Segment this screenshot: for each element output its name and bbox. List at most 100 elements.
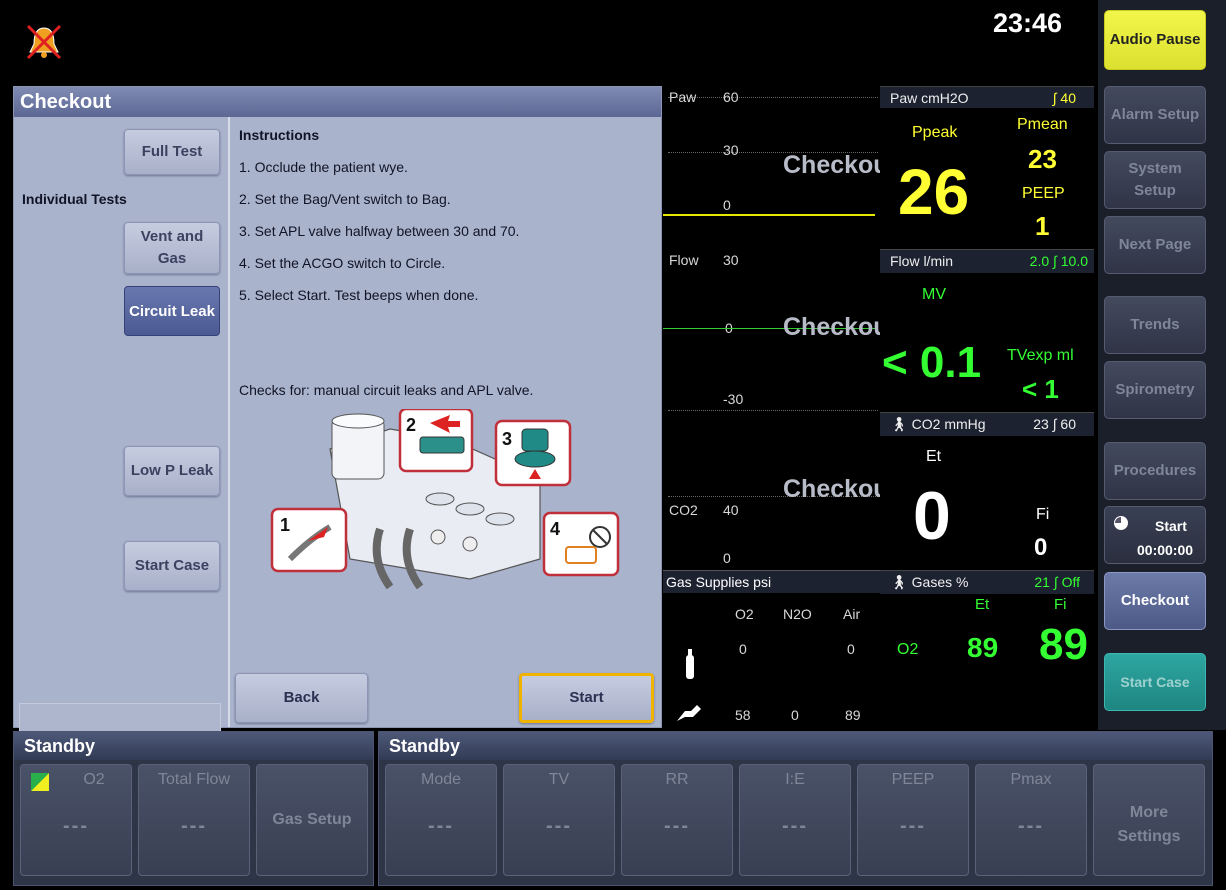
gases-et-label: Et: [975, 596, 990, 613]
instruction-step: 1. Occlude the patient wye.: [239, 159, 408, 175]
co2-header-label: CO2 mmHg: [911, 416, 986, 432]
gases-fi-label: Fi: [1054, 596, 1067, 613]
start-test-button[interactable]: Start: [519, 673, 654, 723]
paw-scale-mid: 30: [723, 142, 739, 158]
more-settings-tile[interactable]: More Settings: [1093, 764, 1205, 876]
spirometry-button[interactable]: Spirometry: [1104, 361, 1206, 419]
diagram-number-2: 2: [406, 415, 416, 435]
peep-value: 1: [1035, 211, 1050, 241]
alarm-setup-button[interactable]: Alarm Setup: [1104, 86, 1206, 144]
grid-line: [668, 97, 878, 98]
diagram-number-1: 1: [280, 515, 290, 535]
gas-col-air: Air: [843, 606, 861, 622]
ventilator-standby-title: Standby: [379, 732, 1212, 760]
co2-header[interactable]: 🚶︎ CO2 mmHg 23 ∫ 60: [880, 412, 1094, 436]
co2-et-label: Et: [926, 448, 942, 465]
person-icon: 🚶︎: [890, 416, 908, 432]
procedures-button[interactable]: Procedures: [1104, 442, 1206, 500]
pmax-label: Pmax: [1010, 771, 1052, 788]
audio-pause-button[interactable]: Audio Pause: [1104, 10, 1206, 70]
tv-label: TV: [548, 771, 570, 788]
checkout-button[interactable]: Checkout: [1104, 572, 1206, 630]
vent-and-gas-button[interactable]: Vent and Gas: [124, 222, 220, 274]
paw-header-label: Paw cmH2O: [890, 90, 969, 106]
tv-tile[interactable]: TV ---: [503, 764, 615, 876]
pipeline-air: 89: [845, 707, 861, 723]
instructions-area: Instructions 1. Occlude the patient wye.…: [230, 117, 661, 727]
ie-tile[interactable]: I:E ---: [739, 764, 851, 876]
timer-value: 00:00:00: [1137, 542, 1194, 558]
flow-header-label: Flow l/min: [890, 253, 954, 269]
case-timer-button[interactable]: Start 00:00:00: [1104, 506, 1206, 564]
mode-value: ---: [428, 815, 454, 837]
peep-tile[interactable]: PEEP ---: [857, 764, 969, 876]
start-case-checkout-button[interactable]: Start Case: [124, 541, 220, 591]
breathing-circuit-diagram: 1 2 3 4: [270, 407, 630, 590]
gas-supplies-panel: Gas Supplies psi O2 N2O Air 0 0 58 0 89: [663, 570, 880, 730]
low-p-leak-button[interactable]: Low P Leak: [124, 446, 220, 496]
co2-limit: 23 ∫ 60: [1033, 416, 1076, 432]
total-flow-value: ---: [181, 815, 207, 837]
mv-value: < 0.1: [882, 338, 982, 387]
gases-o2-et: 89: [967, 632, 999, 663]
pmax-tile[interactable]: Pmax ---: [975, 764, 1087, 876]
pmean-value: 23: [1028, 144, 1057, 174]
co2-scale-zero: 0: [723, 550, 731, 566]
circuit-leak-button[interactable]: Circuit Leak: [124, 286, 220, 336]
gas-setup-tile[interactable]: Gas Setup: [256, 764, 368, 876]
gas-col-n2o: N2O: [783, 606, 812, 622]
ppeak-value: 26: [898, 156, 970, 228]
ppeak-label: Ppeak: [912, 124, 958, 141]
instruction-step: 4. Set the ACGO switch to Circle.: [239, 255, 446, 271]
peep-setting-label: PEEP: [891, 771, 935, 788]
co2-et-value: 0: [913, 478, 951, 554]
full-test-button[interactable]: Full Test: [124, 129, 220, 175]
start-case-button[interactable]: Start Case: [1104, 653, 1206, 711]
pmax-value: ---: [1018, 815, 1044, 837]
flow-wave-label: Flow: [669, 252, 699, 268]
system-setup-button[interactable]: System Setup: [1104, 151, 1206, 209]
co2-wave-label: CO2: [669, 502, 698, 518]
flow-header[interactable]: Flow l/min 2.0 ∫ 10.0: [880, 249, 1094, 273]
checkout-title: Checkout: [14, 87, 661, 117]
paw-scale-zero: 0: [723, 197, 731, 213]
rr-label: RR: [665, 771, 689, 788]
diagram-number-4: 4: [550, 519, 560, 539]
co2-fi-label: Fi: [1036, 506, 1050, 523]
cylinder-o2: 0: [739, 641, 747, 657]
pipeline-o2: 58: [735, 707, 751, 723]
mode-tile[interactable]: Mode ---: [385, 764, 497, 876]
peep-setting-value: ---: [900, 815, 926, 837]
anesthesia-screen: 23:46 Checkout Full Test Individual Test…: [0, 0, 1226, 890]
o2-tile[interactable]: O2 ---: [20, 764, 132, 876]
total-flow-label: Total Flow: [157, 771, 231, 788]
mv-label: MV: [922, 286, 946, 303]
paw-header[interactable]: Paw cmH2O ∫ 40: [880, 86, 1094, 108]
checks-for-text: Checks for: manual circuit leaks and APL…: [239, 382, 534, 398]
more-settings-label: More Settings: [1117, 804, 1181, 845]
trends-button[interactable]: Trends: [1104, 296, 1206, 354]
ie-value: ---: [782, 815, 808, 837]
pipeline-icon: [675, 703, 703, 728]
cylinder-icon: [685, 649, 695, 684]
gases-header[interactable]: 🚶︎ Gases % 21 ∫ Off: [880, 570, 1094, 594]
co2-scale-max: 40: [723, 502, 739, 518]
tvexp-value: < 1: [1022, 374, 1059, 404]
cylinder-air: 0: [847, 641, 855, 657]
gas-supplies-title: Gas Supplies psi: [663, 571, 880, 593]
tv-value: ---: [546, 815, 572, 837]
total-flow-tile[interactable]: Total Flow ---: [138, 764, 250, 876]
back-button[interactable]: Back: [235, 673, 368, 723]
flow-scale-max: 30: [723, 252, 739, 268]
gases-o2-label: O2: [897, 641, 919, 658]
flow-scale-min: -30: [723, 391, 744, 407]
next-page-button[interactable]: Next Page: [1104, 216, 1206, 274]
alarm-silenced-icon[interactable]: [24, 22, 64, 62]
paw-limit: ∫ 40: [1052, 90, 1076, 106]
gases-o2-fi: 89: [1039, 620, 1088, 669]
pmean-label: Pmean: [1017, 116, 1068, 133]
clock: 23:46: [993, 8, 1063, 38]
rr-tile[interactable]: RR ---: [621, 764, 733, 876]
fresh-gas-standby-title: Standby: [14, 732, 373, 760]
gas-col-o2: O2: [735, 606, 754, 622]
